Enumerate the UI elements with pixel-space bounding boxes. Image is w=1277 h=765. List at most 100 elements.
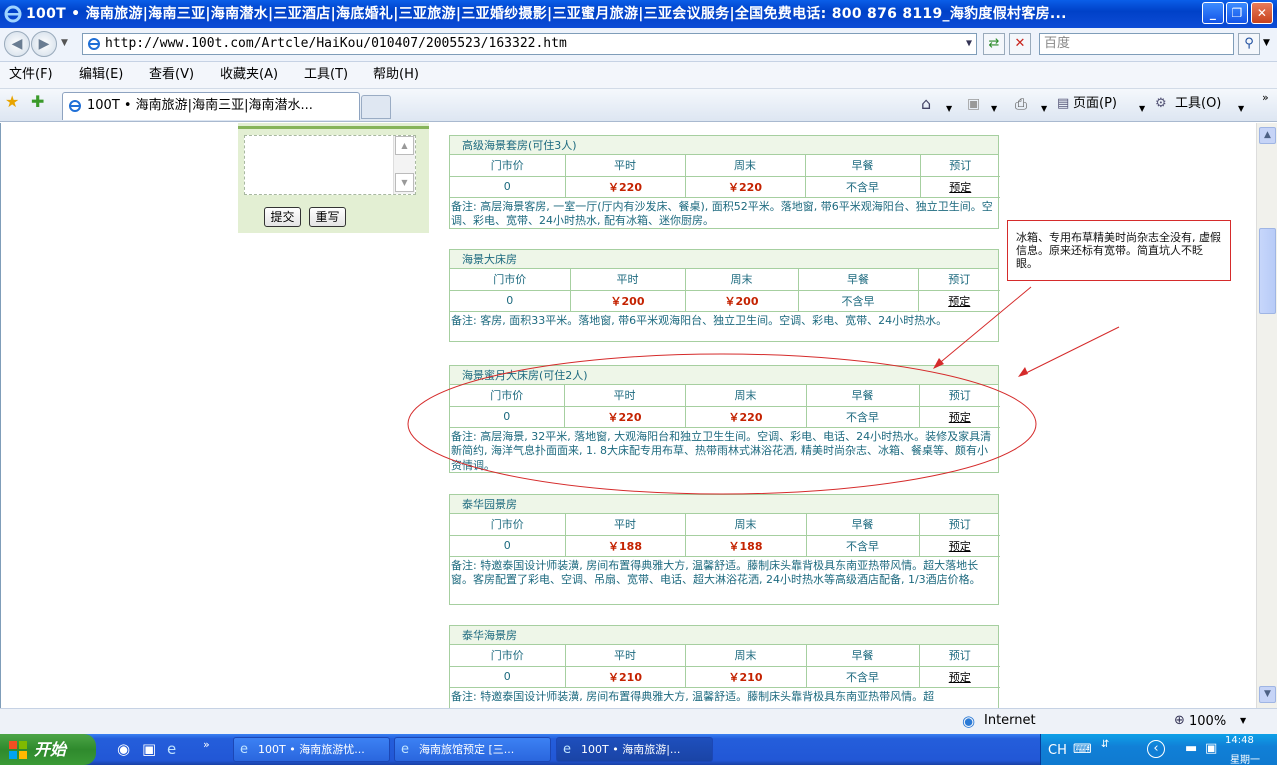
add-favorites-icon[interactable]: ✚ [31,93,44,111]
ie-quicklaunch-icon[interactable]: e [167,740,176,758]
new-tab-button[interactable] [361,95,391,119]
list-price: 0 [450,534,566,557]
col-header: 门市价 [450,385,565,407]
ie-icon: e [240,742,248,757]
start-label: 开始 [34,740,67,759]
menu-tools[interactable]: 工具(T) [304,66,348,84]
price-table: 门市价 平时 周末 早餐 预订 0 ￥220 ￥220 不含早 预定 [450,385,1000,428]
book-link[interactable]: 预定 [918,534,1000,557]
print-icon[interactable]: ⎙ [1015,95,1027,113]
list-price: 0 [450,175,566,198]
taskbar-item[interactable]: e 100T • 海南旅游忧... [233,737,390,762]
quicklaunch-more-icon[interactable]: » [203,738,210,751]
menu-file[interactable]: 文件(F) [9,66,53,84]
home-icon[interactable]: ⌂ [921,95,931,113]
weekday-price: ￥220 [564,175,686,198]
scroll-up-icon[interactable]: ▲ [1259,127,1276,144]
col-header: 平时 [564,514,686,536]
keyboard-icon[interactable]: ⌨ [1073,742,1092,757]
scroll-thumb[interactable] [1259,228,1276,314]
col-header: 平时 [563,385,686,407]
room-title: 海景蜜月大床房(可住2人) [450,366,998,385]
search-options-icon[interactable]: ▼ [1263,38,1270,48]
minimize-button[interactable]: _ [1202,2,1224,24]
taskbar-item-label: 100T • 海南旅游忧... [258,743,365,756]
ime-options-icon[interactable]: ⇵ [1101,739,1109,750]
feeds-dropdown-icon[interactable]: ▼ [991,100,997,118]
system-tray: CH ⌨ ⇵ ‹ ▬ ▣ 14:48 星期一 [1040,734,1277,765]
scroll-down-icon[interactable]: ▼ [395,173,414,192]
page-menu[interactable]: 页面(P) [1073,95,1117,113]
price-table: 门市价 平时 周末 早餐 预订 0 ￥200 ￥200 不含早 预定 [450,269,1000,312]
scroll-up-icon[interactable]: ▲ [395,136,414,155]
url-field[interactable]: http://www.100t.com/Artcle/HaiKou/010407… [82,33,977,55]
menu-favorites[interactable]: 收藏夹(A) [220,66,278,84]
comment-textarea[interactable]: ▲ ▼ [244,135,416,195]
page-content: ▲ ▼ 提交 重写 高级海景套房(可住3人) 门市价 平时 周末 早餐 预订 0… [0,123,1256,708]
col-header: 早餐 [805,385,920,407]
refresh-button[interactable]: ⇄ [983,33,1005,55]
room-note: 备注: 特邀泰国设计师装潢, 房间布置得典雅大方, 温馨舒适。藤制床头靠背极具东… [451,689,935,703]
weekend-price: ￥200 [684,289,799,312]
col-header: 平时 [569,269,686,291]
tools-dropdown-icon[interactable]: ▼ [1238,100,1244,118]
chevron-more-icon[interactable]: » [1262,89,1269,107]
col-header: 门市价 [450,155,566,177]
zoom-level[interactable]: 100% [1189,714,1226,729]
book-link[interactable]: 预定 [917,289,1000,312]
submit-button[interactable]: 提交 [264,207,301,227]
url-dropdown-icon[interactable]: ▼ [966,34,972,54]
network-icon[interactable]: ▣ [1205,741,1217,756]
favorites-star-icon[interactable]: ★ [5,93,19,111]
page-icon: ▤ [1057,96,1070,111]
breakfast: 不含早 [805,405,920,428]
history-dropdown-icon[interactable]: ▼ [61,38,68,48]
textarea-scrollbar[interactable]: ▲ ▼ [393,136,415,194]
price-table: 门市价 平时 周末 早餐 预订 0 ￥188 ￥188 不含早 预定 [450,514,1000,557]
menu-help[interactable]: 帮助(H) [373,66,419,84]
menu-view[interactable]: 查看(V) [149,66,194,84]
tools-menu[interactable]: 工具(O) [1175,95,1221,113]
home-dropdown-icon[interactable]: ▼ [946,100,952,118]
search-input[interactable]: 百度 [1039,33,1234,55]
search-button[interactable]: ⚲ [1238,33,1260,55]
page-dropdown-icon[interactable]: ▼ [1139,100,1145,118]
back-button[interactable]: ◀ [4,31,30,57]
tab-current[interactable]: 100T • 海南旅游|海南三亚|海南潜水... [62,92,360,120]
close-button[interactable]: ✕ [1251,2,1273,24]
col-header: 周末 [684,269,799,291]
tray-expand-icon[interactable]: ‹ [1147,740,1165,758]
col-header: 门市价 [450,514,566,536]
show-desktop-icon[interactable]: ▣ [142,740,156,758]
language-indicator[interactable]: CH [1048,743,1067,758]
taskbar-item-active[interactable]: e 100T • 海南旅游|... [556,737,713,762]
col-header: 预订 [917,269,1000,291]
taskbar-item[interactable]: e 海南旅馆预定 [三... [394,737,551,762]
feeds-icon[interactable]: ▣ [967,95,980,113]
weekday-price: ￥188 [564,534,686,557]
col-header: 门市价 [450,645,566,667]
taskbar-item-label: 海南旅馆预定 [三... [419,743,515,756]
reset-button[interactable]: 重写 [309,207,346,227]
title-bar: 100T • 海南旅游|海南三亚|海南潜水|三亚酒店|海底婚礼|三亚旅游|三亚婚… [0,0,1277,28]
weekend-price: ￥210 [684,665,807,688]
clock-time[interactable]: 14:48 [1225,735,1254,746]
maximize-button[interactable]: ❐ [1226,2,1248,24]
media-player-icon[interactable]: ◉ [117,740,130,758]
print-dropdown-icon[interactable]: ▼ [1041,100,1047,118]
browser-window: 100T • 海南旅游|海南三亚|海南潜水|三亚酒店|海底婚礼|三亚旅游|三亚婚… [0,0,1277,765]
scroll-down-icon[interactable]: ▼ [1259,686,1276,703]
weekend-price: ￥220 [684,405,807,428]
list-price: 0 [450,289,571,312]
book-link[interactable]: 预定 [918,665,1000,688]
zoom-dropdown-icon[interactable]: ▼ [1240,716,1246,725]
room-title: 高级海景套房(可住3人) [450,136,998,155]
forward-button[interactable]: ▶ [31,31,57,57]
stop-button[interactable]: ✕ [1009,33,1031,55]
start-button[interactable]: 开始 [0,734,96,765]
network-monitor-icon[interactable]: ▬ [1185,741,1197,756]
book-link[interactable]: 预定 [919,175,1000,198]
book-link[interactable]: 预定 [918,405,1000,428]
page-scrollbar[interactable]: ▲ ▼ [1256,123,1277,708]
menu-edit[interactable]: 编辑(E) [79,66,123,84]
